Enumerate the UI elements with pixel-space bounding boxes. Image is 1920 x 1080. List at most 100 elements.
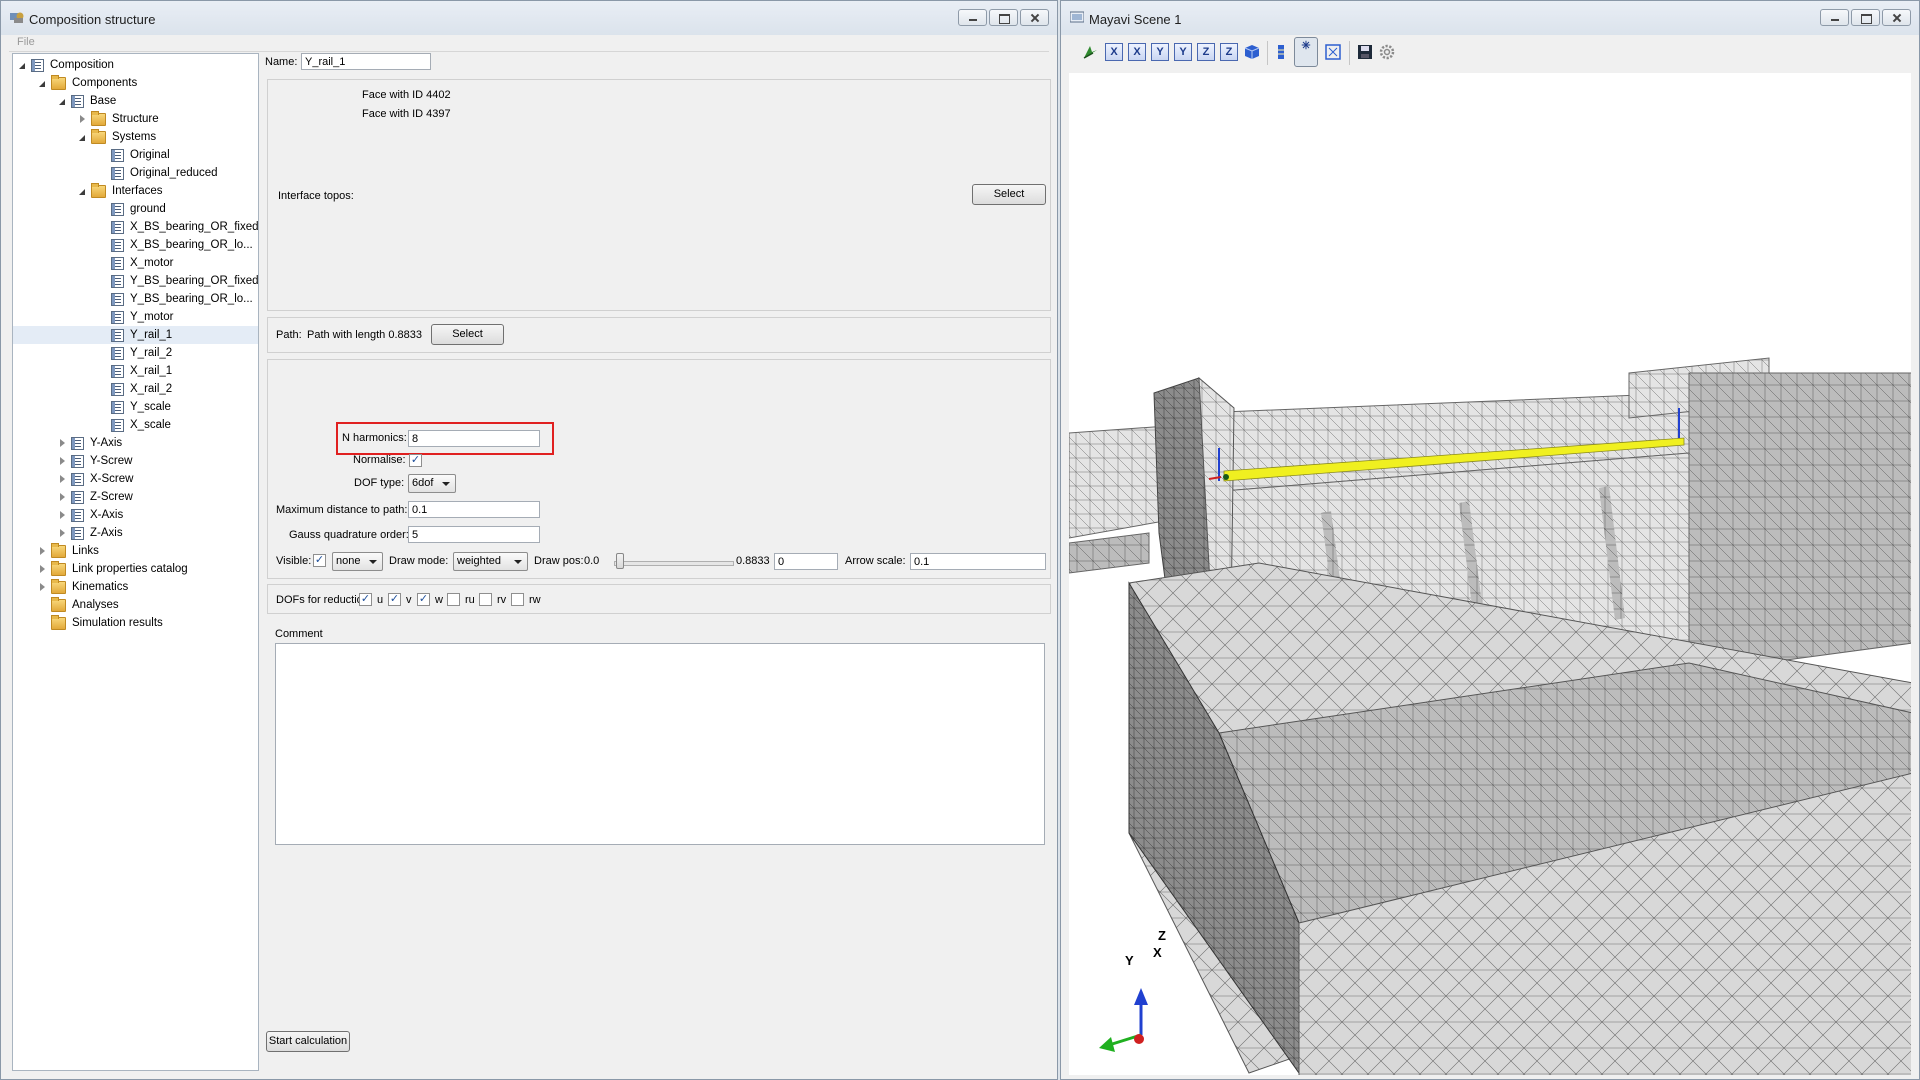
select-path-button[interactable]: Select	[431, 324, 504, 345]
tree-node[interactable]: Structure	[77, 110, 159, 128]
start-calculation-button[interactable]: Start calculation	[266, 1031, 350, 1052]
fit-view-icon[interactable]	[1324, 43, 1342, 61]
draw-pos-slider-thumb[interactable]	[616, 553, 624, 569]
menu-bar: File	[9, 35, 1049, 52]
expand-arrow-icon[interactable]	[57, 510, 67, 520]
tree-node[interactable]: Simulation results	[37, 614, 163, 632]
arrow-scale-input[interactable]: 0.1	[910, 553, 1046, 570]
collapse-arrow-icon[interactable]	[17, 60, 27, 70]
expand-arrow-icon[interactable]	[57, 456, 67, 466]
maximize-button[interactable]	[1851, 9, 1880, 26]
collapse-arrow-icon[interactable]	[37, 78, 47, 88]
draw-mode-dropdown[interactable]: weighted	[453, 552, 528, 571]
minimize-button[interactable]	[958, 9, 987, 26]
tree-node[interactable]: X_BS_bearing_OR_fixed	[97, 218, 258, 236]
tree-node[interactable]: Y_scale	[97, 398, 171, 416]
tree-node[interactable]: Base	[57, 92, 116, 110]
draw-pos-slider-track[interactable]	[614, 561, 734, 566]
view-z-minus-icon[interactable]: Z	[1220, 43, 1238, 61]
isometric-view-icon[interactable]	[1243, 43, 1261, 61]
tree-node[interactable]: X_scale	[97, 416, 171, 434]
tree-node[interactable]: Y_BS_bearing_OR_fixed	[97, 272, 258, 290]
dof-checkbox[interactable]	[479, 593, 492, 606]
view-y-minus-icon[interactable]: Y	[1174, 43, 1192, 61]
save-icon[interactable]	[1356, 43, 1374, 61]
visible-checkbox[interactable]: ✓	[313, 554, 326, 567]
tree-node[interactable]: Link properties catalog	[37, 560, 188, 578]
tree-node[interactable]: X_rail_2	[97, 380, 172, 398]
expand-arrow-icon[interactable]	[57, 492, 67, 502]
tree-node[interactable]: Kinematics	[37, 578, 128, 596]
expand-arrow-icon[interactable]	[77, 114, 87, 124]
scene-3d-viewport[interactable]: Z Y X	[1069, 73, 1911, 1075]
collapse-arrow-icon[interactable]	[57, 96, 67, 106]
dof-checkbox[interactable]	[447, 593, 460, 606]
gauss-order-input[interactable]: 5	[408, 526, 540, 543]
toggle-bar-icon[interactable]	[1272, 43, 1290, 61]
minimize-button[interactable]	[1820, 9, 1849, 26]
tree-node[interactable]: Y-Screw	[57, 452, 132, 470]
draw-pos-input[interactable]: 0	[774, 553, 838, 570]
collapse-arrow-icon[interactable]	[77, 186, 87, 196]
tree-node[interactable]: Original_reduced	[97, 164, 218, 182]
title-bar[interactable]: Mayavi Scene 1	[1061, 1, 1919, 35]
name-input[interactable]: Y_rail_1	[301, 53, 431, 70]
comment-textarea[interactable]	[275, 643, 1045, 845]
tree-node[interactable]: Y_motor	[97, 308, 173, 326]
expand-arrow-icon[interactable]	[57, 528, 67, 538]
menu-file[interactable]: File	[17, 36, 35, 48]
tree-node[interactable]: Y-Axis	[57, 434, 122, 452]
tree-node[interactable]: Links	[37, 542, 99, 560]
tree-node[interactable]: X_motor	[97, 254, 173, 272]
tree-node[interactable]: Composition	[17, 56, 114, 74]
expand-arrow-icon[interactable]	[37, 546, 47, 556]
expand-arrow-icon[interactable]	[57, 438, 67, 448]
dof-checkbox[interactable]: ✓	[359, 593, 372, 606]
tree-node[interactable]: Analyses	[37, 596, 119, 614]
select-topos-button[interactable]: Select	[972, 184, 1046, 205]
arrow-icon[interactable]	[1081, 43, 1099, 61]
tree-node-label: Composition	[50, 59, 114, 71]
expand-arrow-icon[interactable]	[37, 564, 47, 574]
tree-node[interactable]: Original	[97, 146, 170, 164]
view-z-plus-icon[interactable]: Z	[1197, 43, 1215, 61]
tree-node-label: Y-Axis	[90, 437, 123, 449]
view-x-minus-icon[interactable]: X	[1128, 43, 1146, 61]
tree-node[interactable]: Z-Screw	[57, 488, 133, 506]
tree-node[interactable]: X-Screw	[57, 470, 133, 488]
dof-type-dropdown[interactable]: 6dof	[408, 474, 456, 493]
close-button[interactable]	[1020, 9, 1049, 26]
collapse-arrow-icon[interactable]	[77, 132, 87, 142]
view-y-plus-icon[interactable]: Y	[1151, 43, 1169, 61]
settings-icon[interactable]	[1378, 43, 1396, 61]
tree-node[interactable]: Components	[37, 74, 137, 92]
maximize-button[interactable]	[989, 9, 1018, 26]
tree-node[interactable]: Systems	[77, 128, 156, 146]
title-bar[interactable]: Composition structure	[1, 1, 1057, 35]
n-harmonics-input[interactable]: 8	[408, 430, 540, 447]
close-button[interactable]	[1882, 9, 1911, 26]
normalise-checkbox[interactable]: ✓	[409, 454, 422, 467]
dof-checkbox[interactable]	[511, 593, 524, 606]
tree-node[interactable]: Z-Axis	[57, 524, 123, 542]
tree-node[interactable]: Y_rail_1	[13, 326, 258, 344]
expand-arrow-icon[interactable]	[57, 474, 67, 484]
tree-node[interactable]: Y_rail_2	[97, 344, 172, 362]
dof-checkbox[interactable]: ✓	[417, 593, 430, 606]
expand-arrow-icon[interactable]	[37, 582, 47, 592]
tree-node[interactable]: ground	[97, 200, 166, 218]
view-x-plus-icon[interactable]: X	[1105, 43, 1123, 61]
document-icon	[71, 490, 84, 504]
parallel-projection-icon[interactable]: ✳	[1294, 37, 1318, 67]
tree-node[interactable]: X_BS_bearing_OR_lo...	[97, 236, 253, 254]
visible-mode-dropdown[interactable]: none	[332, 552, 383, 571]
tree-node[interactable]: X-Axis	[57, 506, 123, 524]
tree-node[interactable]: Interfaces	[77, 182, 163, 200]
tree-node[interactable]: Y_BS_bearing_OR_lo...	[97, 290, 253, 308]
dof-checkbox[interactable]: ✓	[388, 593, 401, 606]
tree-node[interactable]: X_rail_1	[97, 362, 172, 380]
max-distance-input[interactable]: 0.1	[408, 501, 540, 518]
composition-tree[interactable]: Composition Components Base Structure System…	[12, 53, 259, 1071]
